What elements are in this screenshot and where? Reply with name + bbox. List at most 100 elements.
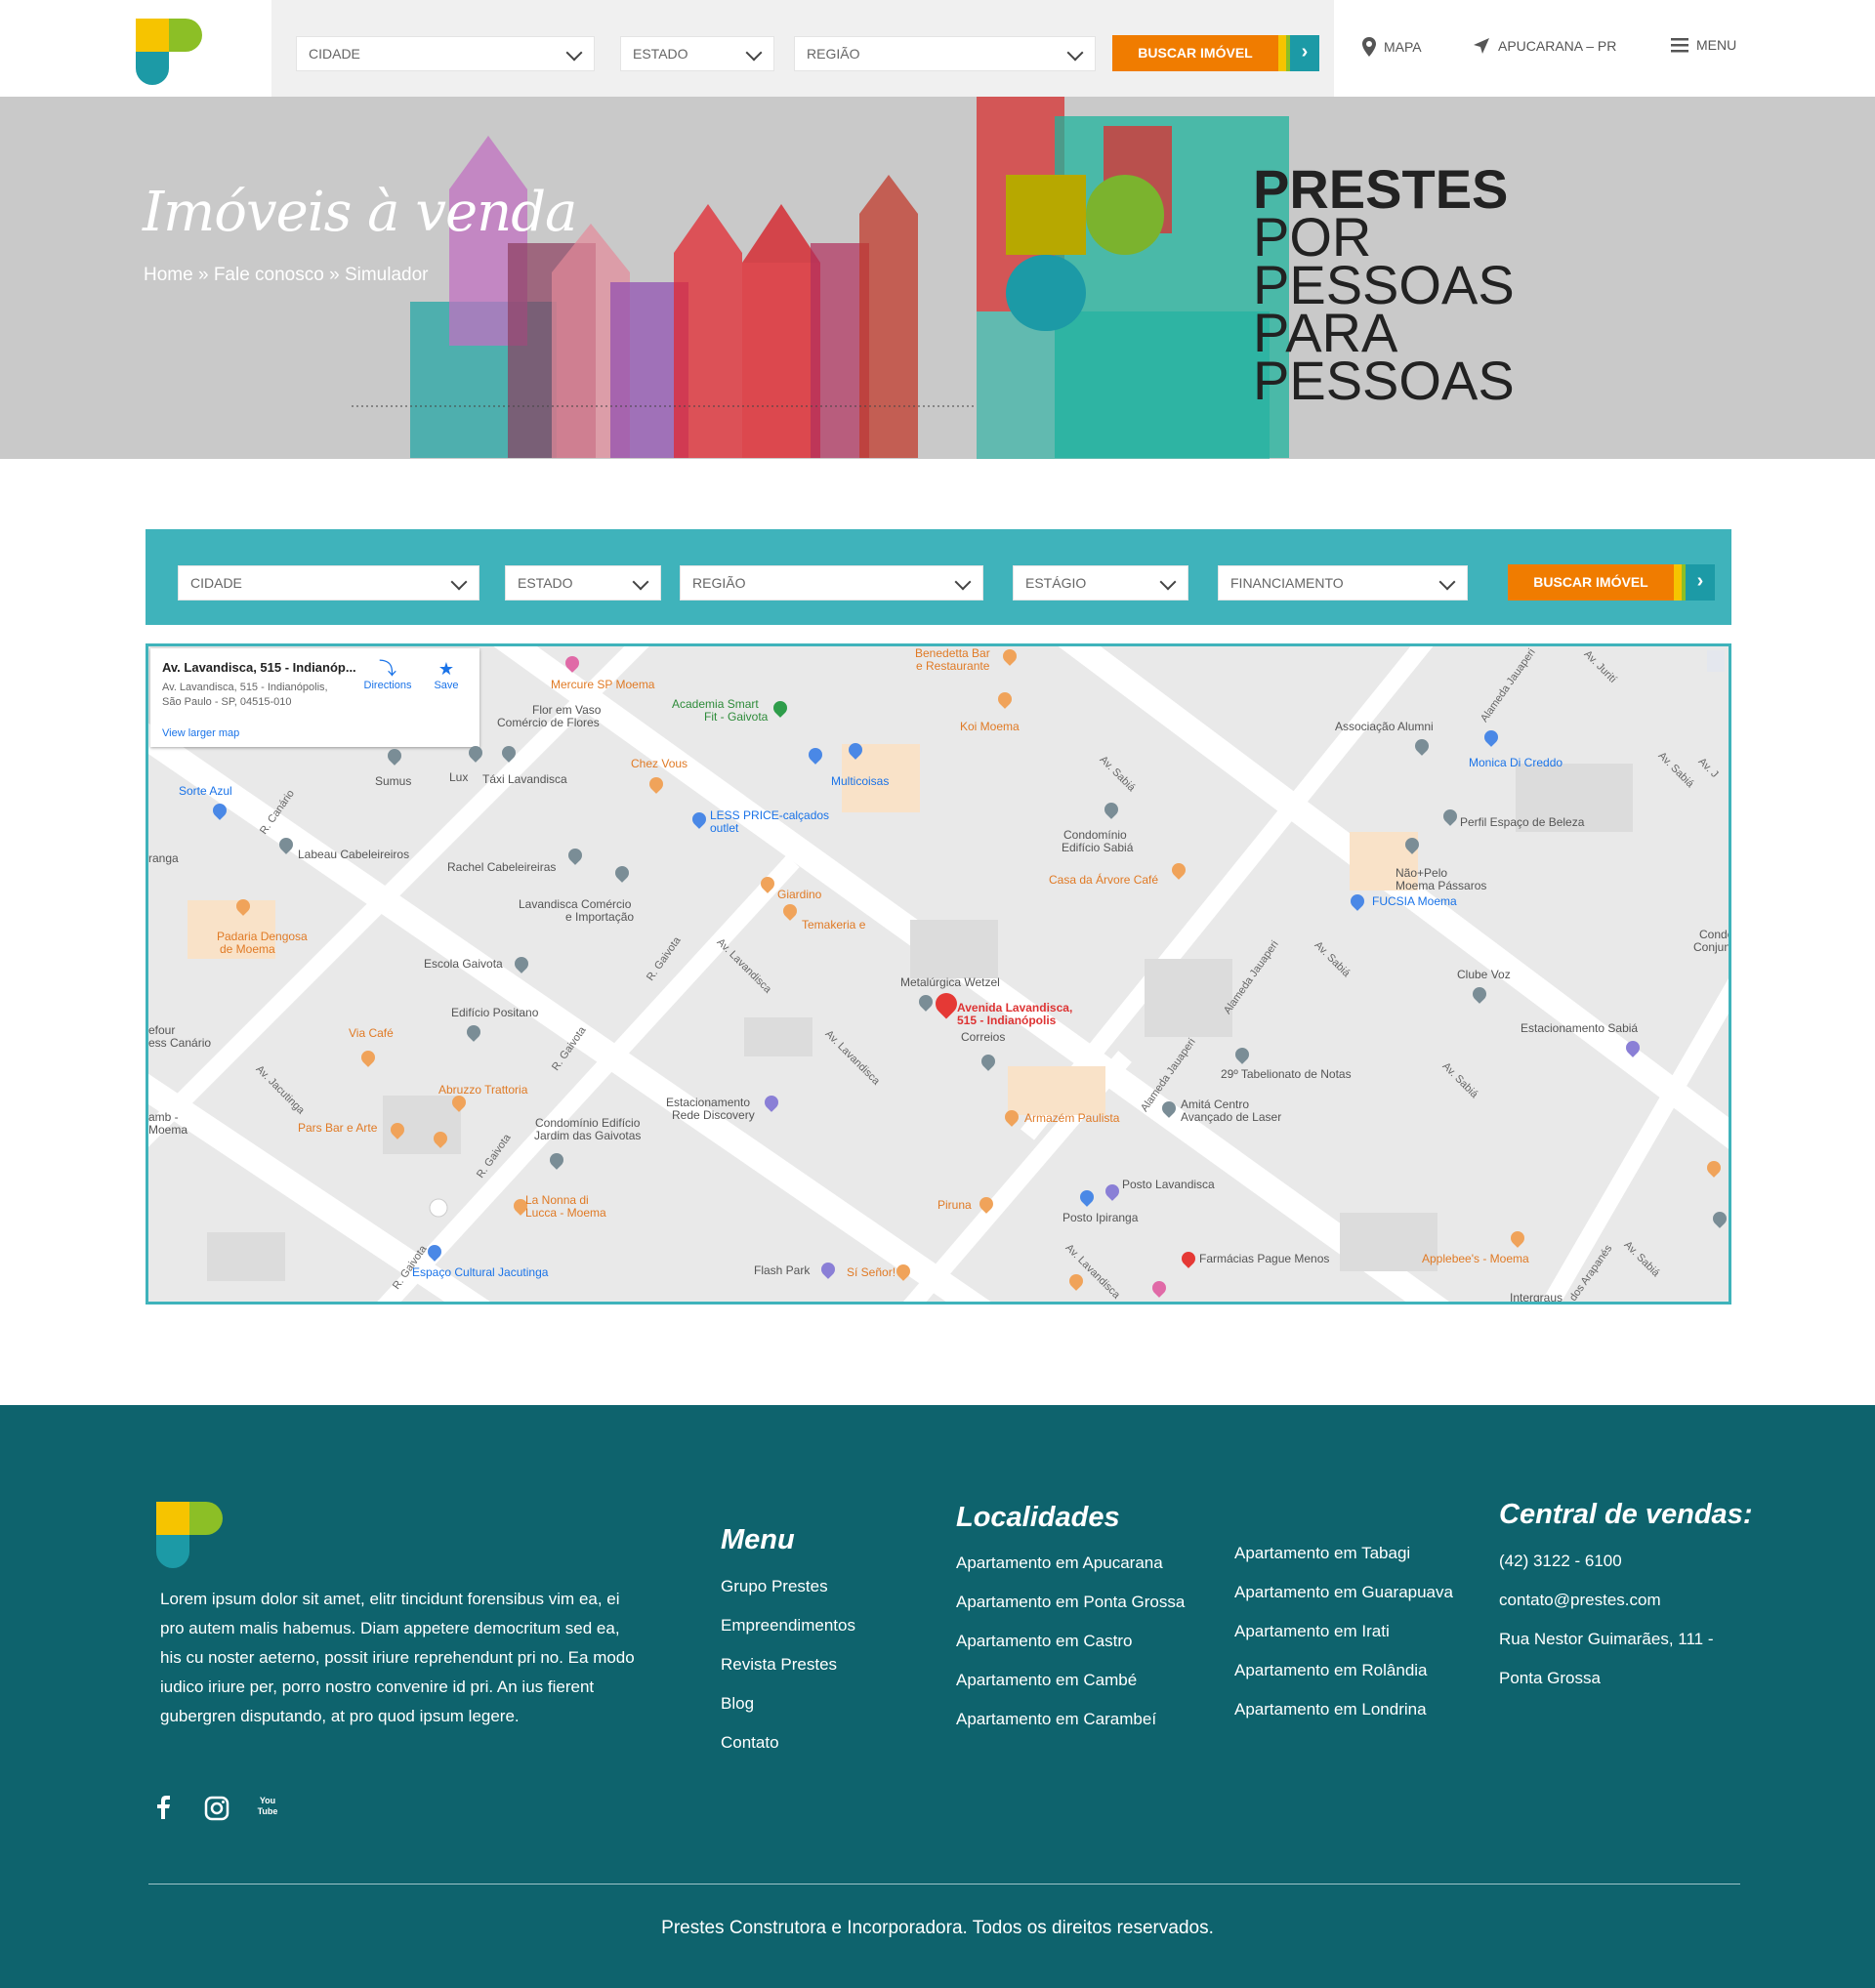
- map-place-label: Intergraus: [1510, 1291, 1563, 1305]
- breadcrumb-contact-link[interactable]: Fale conosco: [214, 265, 324, 285]
- map-place-label: Casa da Árvore Café: [1049, 873, 1159, 887]
- filter-cidade-label: CIDADE: [190, 575, 242, 591]
- chevron-down-icon: [632, 573, 649, 591]
- map-place-label: Fit - Gaivota: [704, 710, 769, 724]
- filter-cidade-select[interactable]: CIDADE: [178, 565, 479, 601]
- map-address-line: Av. Lavandisca, 515 - Indianópolis,: [162, 682, 328, 693]
- filter-buscar-button[interactable]: BUSCAR IMÓVEL ›: [1508, 564, 1715, 601]
- footer-address: Ponta Grossa: [1499, 1669, 1601, 1687]
- map-marker-label: Avenida Lavandisca,: [957, 1001, 1073, 1015]
- map-place-label: Avançado de Laser: [1181, 1110, 1282, 1124]
- site-header: CIDADE ESTADO REGIÃO BUSCAR IMÓVEL › MAP…: [0, 0, 1875, 97]
- footer-menu-list: Grupo Prestes Empreendimentos Revista Pr…: [721, 1567, 855, 1762]
- footer-menu-link[interactable]: Blog: [721, 1684, 855, 1723]
- nav-location-label: APUCARANA – PR: [1498, 38, 1617, 54]
- map-place-label: Giardino: [777, 888, 822, 901]
- footer-contact-block: (42) 3122 - 6100 contato@prestes.com Rua…: [1499, 1542, 1714, 1698]
- chevron-down-icon: [1066, 44, 1084, 62]
- prestes-logo[interactable]: [136, 19, 202, 85]
- filter-regiao-select[interactable]: REGIÃO: [680, 565, 983, 601]
- header-cidade-select[interactable]: CIDADE: [296, 36, 595, 71]
- filter-financiamento-label: FINANCIAMENTO: [1230, 575, 1344, 591]
- footer-menu-link[interactable]: Empreendimentos: [721, 1606, 855, 1645]
- footer-location-link[interactable]: Apartamento em Irati: [1234, 1612, 1453, 1651]
- map-place-label: Não+Pelo: [1396, 866, 1448, 880]
- map-place-label: Perfil Espaço de Beleza: [1460, 815, 1585, 829]
- nav-mapa[interactable]: MAPA: [1362, 37, 1422, 57]
- map-place-label: Applebee's - Moema: [1422, 1252, 1529, 1265]
- map-directions-button[interactable]: ⤵ Directions: [358, 658, 417, 691]
- footer-location-link[interactable]: Apartamento em Londrina: [1234, 1690, 1453, 1729]
- map-save-button[interactable]: ★ Save: [417, 658, 476, 691]
- header-regiao-select[interactable]: REGIÃO: [794, 36, 1096, 71]
- footer-location-link[interactable]: Apartamento em Rolândia: [1234, 1651, 1453, 1690]
- map-place-label: Mercure SP Moema: [551, 678, 655, 691]
- map-place-label: Benedetta Bar: [915, 646, 990, 660]
- footer-location-link[interactable]: Apartamento em Carambeí: [956, 1700, 1185, 1739]
- chevron-right-icon: ›: [1686, 564, 1715, 601]
- filter-estado-select[interactable]: ESTADO: [505, 565, 661, 601]
- map-place-label: e Importação: [565, 910, 635, 924]
- breadcrumb-home-link[interactable]: Home: [144, 265, 193, 285]
- map-place-label: Moema Pássaros: [1396, 879, 1487, 892]
- footer-phone[interactable]: (42) 3122 - 6100: [1499, 1542, 1714, 1581]
- footer-localidades-list-2: Apartamento em Tabagi Apartamento em Gua…: [1234, 1534, 1453, 1729]
- filter-financiamento-select[interactable]: FINANCIAMENTO: [1218, 565, 1468, 601]
- footer-about-text: Lorem ipsum dolor sit amet, elitr tincid…: [160, 1590, 635, 1725]
- map-place-label: Flor em Vaso: [532, 703, 602, 717]
- view-larger-map-link[interactable]: View larger map: [162, 727, 239, 739]
- nav-location[interactable]: APUCARANA – PR: [1473, 37, 1616, 55]
- footer-location-link[interactable]: Apartamento em Ponta Grossa: [956, 1583, 1185, 1622]
- location-arrow-icon: [1474, 38, 1489, 54]
- map-place-label: Associação Alumni: [1335, 720, 1434, 733]
- header-search-bar: CIDADE ESTADO REGIÃO BUSCAR IMÓVEL ›: [271, 0, 1334, 97]
- footer-social-links: You Tube: [151, 1796, 278, 1821]
- chevron-down-icon: [450, 573, 468, 591]
- map-place-label: Multicoisas: [831, 774, 890, 788]
- footer-menu-link[interactable]: Contato: [721, 1723, 855, 1762]
- nav-menu[interactable]: MENU: [1671, 37, 1736, 53]
- instagram-icon[interactable]: [204, 1796, 229, 1821]
- google-map-embed[interactable]: Av. Lavandisca, 515 - Indianóp... Av. La…: [146, 643, 1731, 1305]
- map-place-label: Edifício Positano: [451, 1006, 539, 1019]
- map-pin-icon: [1362, 37, 1376, 57]
- footer-localidades-list-1: Apartamento em Apucarana Apartamento em …: [956, 1544, 1185, 1739]
- map-place-label: Temakeria e: [802, 918, 866, 932]
- footer-address: Rua Nestor Guimarães, 111 -: [1499, 1630, 1714, 1648]
- header-estado-select[interactable]: ESTADO: [620, 36, 774, 71]
- footer-menu-link[interactable]: Revista Prestes: [721, 1645, 855, 1684]
- footer-location-link[interactable]: Apartamento em Guarapuava: [1234, 1573, 1453, 1612]
- map-place-label: Piruna: [938, 1198, 972, 1212]
- footer-location-link[interactable]: Apartamento em Castro: [956, 1622, 1185, 1661]
- facebook-icon[interactable]: [151, 1796, 175, 1819]
- footer-localidades-heading: Localidades: [956, 1502, 1120, 1533]
- map-directions-label: Directions: [363, 680, 412, 691]
- filter-estagio-select[interactable]: ESTÁGIO: [1013, 565, 1188, 601]
- footer-location-link[interactable]: Apartamento em Tabagi: [1234, 1534, 1453, 1573]
- map-place-label: Edifício Sabiá: [1062, 841, 1134, 854]
- map-place-label: Rachel Cabeleireiras: [447, 860, 557, 874]
- site-footer: Lorem ipsum dolor sit amet, elitr tincid…: [0, 1405, 1875, 1988]
- map-place-label: Posto Lavandisca: [1122, 1178, 1215, 1191]
- map-place-label: Abruzzo Trattoria: [438, 1083, 528, 1097]
- nav-mapa-label: MAPA: [1384, 39, 1422, 55]
- footer-sales-heading: Central de vendas:: [1499, 1499, 1753, 1530]
- footer-location-link[interactable]: Apartamento em Cambé: [956, 1661, 1185, 1700]
- breadcrumb-current: Simulador: [344, 265, 429, 285]
- hero-banner: Imóveis à venda Home » Fale conosco » Si…: [0, 97, 1875, 459]
- map-place-label: Amitá Centro: [1181, 1098, 1250, 1111]
- map-place-label: outlet: [710, 821, 739, 835]
- filter-buscar-label: BUSCAR IMÓVEL: [1533, 574, 1648, 590]
- header-buscar-button[interactable]: BUSCAR IMÓVEL ›: [1112, 35, 1319, 71]
- pegman-icon[interactable]: [1707, 650, 1725, 672]
- breadcrumb-separator: »: [323, 265, 345, 285]
- footer-menu-link[interactable]: Grupo Prestes: [721, 1567, 855, 1606]
- map-place-label: Farmácias Pague Menos: [1199, 1252, 1330, 1265]
- map-place-label: Lavandisca Comércio: [519, 897, 632, 911]
- youtube-icon[interactable]: You Tube: [257, 1796, 278, 1819]
- map-place-label: FUCSIA Moema: [1372, 894, 1457, 908]
- footer-email[interactable]: contato@prestes.com: [1499, 1581, 1714, 1620]
- brand-line: PESSOAS: [1253, 350, 1515, 411]
- footer-logo[interactable]: [156, 1502, 223, 1568]
- footer-location-link[interactable]: Apartamento em Apucarana: [956, 1544, 1185, 1583]
